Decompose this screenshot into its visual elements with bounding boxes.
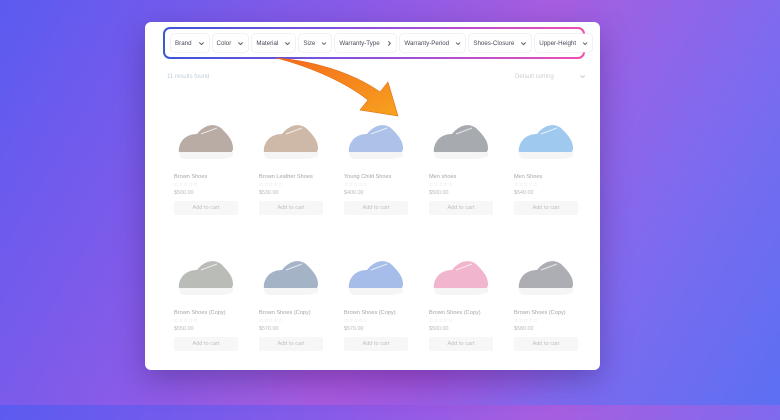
filter-label: Size bbox=[303, 39, 316, 47]
product-card[interactable]: Men Shoes ☆☆☆☆☆ $540.00 Add to cart bbox=[510, 104, 582, 215]
product-name[interactable]: Brown Shoes (Copy) bbox=[514, 310, 582, 316]
filter-upper-height[interactable]: Upper-Height bbox=[535, 34, 593, 52]
product-card[interactable]: Young Child Shoes ☆☆☆☆☆ $400.00 Add to cart bbox=[340, 104, 412, 215]
rating-stars: ☆☆☆☆☆ bbox=[259, 318, 283, 324]
add-to-cart-button[interactable]: Add to cart bbox=[344, 337, 408, 351]
product-price: $400.00 bbox=[344, 190, 364, 196]
product-card[interactable]: Men shoes ☆☆☆☆☆ $500.00 Add to cart bbox=[425, 104, 497, 215]
filter-label: Shoes-Closure bbox=[473, 39, 515, 47]
product-price: $500.00 bbox=[429, 190, 449, 196]
product-price: $580.00 bbox=[514, 326, 534, 332]
filter-brand[interactable]: Brand bbox=[171, 34, 209, 52]
add-to-cart-button[interactable]: Add to cart bbox=[514, 337, 578, 351]
product-name[interactable]: Brown Leather Shoes bbox=[259, 174, 327, 180]
filter-shoes-closure[interactable]: Shoes-Closure bbox=[469, 34, 532, 52]
add-to-cart-button[interactable]: Add to cart bbox=[429, 337, 493, 351]
product-price: $500.00 bbox=[174, 190, 194, 196]
product-image-icon[interactable] bbox=[343, 240, 409, 304]
add-to-cart-button[interactable]: Add to cart bbox=[174, 201, 238, 215]
chevron-down-icon bbox=[285, 41, 291, 45]
filter-color[interactable]: Color bbox=[212, 34, 249, 52]
sorting-select[interactable]: Default sorting bbox=[515, 70, 587, 83]
add-to-cart-button[interactable]: Add to cart bbox=[259, 337, 323, 351]
product-image-icon[interactable] bbox=[343, 104, 409, 168]
product-price: $500.00 bbox=[429, 326, 449, 332]
filter-label: Color bbox=[216, 39, 232, 47]
filter-label: Warranty-Period bbox=[404, 39, 450, 47]
chevron-down-icon bbox=[198, 41, 204, 45]
product-name[interactable]: Men shoes bbox=[429, 174, 497, 180]
rating-stars: ☆☆☆☆☆ bbox=[344, 318, 368, 324]
add-to-cart-button[interactable]: Add to cart bbox=[174, 337, 238, 351]
filter-label: Upper-Height bbox=[539, 39, 577, 47]
results-count: 11 results found bbox=[167, 74, 210, 80]
rating-stars: ☆☆☆☆☆ bbox=[344, 182, 368, 188]
rating-stars: ☆☆☆☆☆ bbox=[259, 182, 283, 188]
product-image-icon[interactable] bbox=[173, 104, 239, 168]
product-image-icon[interactable] bbox=[513, 104, 579, 168]
product-name[interactable]: Brown Shoes (Copy) bbox=[259, 310, 327, 316]
add-to-cart-button[interactable]: Add to cart bbox=[259, 201, 323, 215]
product-name[interactable]: Brown Shoes bbox=[174, 174, 242, 180]
chevron-down-icon bbox=[238, 41, 244, 45]
filter-size[interactable]: Size bbox=[299, 34, 332, 52]
product-card[interactable]: Brown Shoes (Copy) ☆☆☆☆☆ $550.00 Add to car… bbox=[170, 240, 242, 351]
product-price: $550.00 bbox=[174, 326, 194, 332]
add-to-cart-button[interactable]: Add to cart bbox=[429, 201, 493, 215]
product-card[interactable]: Brown Shoes (Copy) ☆☆☆☆☆ $570.00 Add to car… bbox=[340, 240, 412, 351]
product-price: $570.00 bbox=[259, 326, 279, 332]
product-image-icon[interactable] bbox=[258, 240, 324, 304]
product-image-icon[interactable] bbox=[428, 104, 494, 168]
add-to-cart-button[interactable]: Add to cart bbox=[344, 201, 408, 215]
product-name[interactable]: Brown Shoes (Copy) bbox=[344, 310, 412, 316]
chevron-down-icon bbox=[579, 75, 586, 79]
filter-label: Material bbox=[256, 39, 279, 47]
filter-label: Brand bbox=[175, 39, 192, 47]
sorting-label: Default sorting bbox=[515, 73, 554, 80]
filter-material[interactable]: Material bbox=[252, 34, 296, 52]
product-price: $570.00 bbox=[344, 326, 364, 332]
rating-stars: ☆☆☆☆☆ bbox=[514, 318, 538, 324]
product-name[interactable]: Brown Shoes (Copy) bbox=[174, 310, 242, 316]
rating-stars: ☆☆☆☆☆ bbox=[174, 318, 198, 324]
product-card[interactable]: Brown Shoes (Copy) ☆☆☆☆☆ $580.00 Add to car… bbox=[510, 240, 582, 351]
product-name[interactable]: Brown Shoes (Copy) bbox=[429, 310, 497, 316]
rating-stars: ☆☆☆☆☆ bbox=[514, 182, 538, 188]
chevron-down-icon bbox=[521, 41, 527, 45]
chevron-down-icon bbox=[455, 41, 461, 45]
chevron-down-icon bbox=[322, 41, 327, 45]
chevron-down-icon bbox=[582, 41, 588, 45]
product-card[interactable]: Brown Shoes (Copy) ☆☆☆☆☆ $570.00 Add to car… bbox=[255, 240, 327, 351]
product-image-icon[interactable] bbox=[513, 240, 579, 304]
product-image-icon[interactable] bbox=[258, 104, 324, 168]
product-price: $530.00 bbox=[259, 190, 279, 196]
shop-card: Brand Color Material Size Warranty-Type … bbox=[145, 22, 600, 370]
filter-warranty-type[interactable]: Warranty-Type bbox=[335, 34, 397, 52]
product-card[interactable]: Brown Shoes (Copy) ☆☆☆☆☆ $500.00 Add to car… bbox=[425, 240, 497, 351]
product-name[interactable]: Men Shoes bbox=[514, 174, 582, 180]
product-image-icon[interactable] bbox=[173, 240, 239, 304]
product-card[interactable]: Brown Leather Shoes ☆☆☆☆☆ $530.00 Add to ca… bbox=[255, 104, 327, 215]
filter-label: Warranty-Type bbox=[339, 39, 380, 47]
product-name[interactable]: Young Child Shoes bbox=[344, 174, 412, 180]
rating-stars: ☆☆☆☆☆ bbox=[174, 182, 198, 188]
product-card[interactable]: Brown Shoes ☆☆☆☆☆ $500.00 Add to cart bbox=[170, 104, 242, 215]
rating-stars: ☆☆☆☆☆ bbox=[429, 318, 453, 324]
chevron-right-icon bbox=[387, 40, 391, 46]
filter-bar: Brand Color Material Size Warranty-Type … bbox=[163, 27, 593, 59]
rating-stars: ☆☆☆☆☆ bbox=[429, 182, 453, 188]
product-price: $540.00 bbox=[514, 190, 534, 196]
product-image-icon[interactable] bbox=[428, 240, 494, 304]
add-to-cart-button[interactable]: Add to cart bbox=[514, 201, 578, 215]
filter-warranty-period[interactable]: Warranty-Period bbox=[400, 34, 466, 52]
